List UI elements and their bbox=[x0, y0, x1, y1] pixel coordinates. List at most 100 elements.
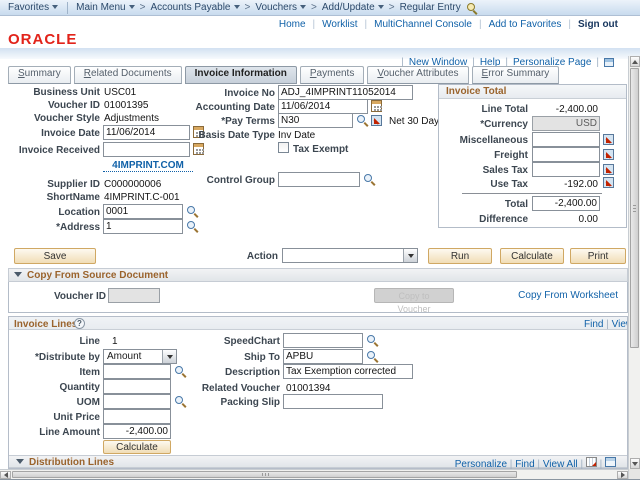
calculate-button[interactable]: Calculate bbox=[500, 248, 564, 264]
quantity-input[interactable] bbox=[103, 379, 171, 394]
scroll-down-button[interactable] bbox=[630, 458, 640, 469]
page-tabs: Summary Related Documents Invoice Inform… bbox=[8, 66, 559, 84]
horizontal-scrollbar[interactable] bbox=[0, 469, 628, 479]
ship-to-input[interactable] bbox=[283, 349, 363, 364]
unit-price-input[interactable] bbox=[103, 409, 171, 424]
line-calculate-button[interactable]: Calculate bbox=[103, 440, 171, 454]
breadcrumb-separator: > bbox=[245, 2, 251, 13]
lookup-icon[interactable] bbox=[363, 173, 375, 185]
control-group-input[interactable] bbox=[278, 172, 360, 187]
breadcrumb-add-update[interactable]: Add/Update bbox=[322, 2, 384, 13]
http-window-icon[interactable] bbox=[604, 58, 614, 67]
transfer-icon[interactable] bbox=[603, 149, 614, 160]
breadcrumb-accounts-payable[interactable]: Accounts Payable bbox=[150, 2, 239, 13]
related-voucher-value: 01001394 bbox=[286, 383, 331, 394]
invoice-total-title: Invoice Total bbox=[439, 85, 626, 99]
transfer-icon[interactable] bbox=[371, 115, 382, 126]
calendar-icon[interactable] bbox=[371, 100, 382, 112]
pay-terms-input[interactable] bbox=[278, 113, 353, 128]
line-label: Line bbox=[2, 336, 100, 347]
speedchart-input[interactable] bbox=[283, 333, 363, 348]
home-link[interactable]: Home bbox=[279, 19, 306, 30]
scroll-up-button[interactable] bbox=[630, 56, 640, 67]
copy-from-worksheet-link[interactable]: Copy From Worksheet bbox=[518, 290, 618, 301]
tab-error-summary[interactable]: Error Summary bbox=[472, 66, 560, 84]
horizontal-scrollbar-thumb[interactable] bbox=[12, 471, 517, 478]
transfer-icon[interactable] bbox=[603, 134, 614, 145]
view-all-link[interactable]: View All bbox=[612, 319, 627, 330]
collapse-triangle-icon[interactable] bbox=[14, 272, 22, 277]
lookup-icon[interactable] bbox=[366, 334, 378, 346]
breadcrumb-favorites[interactable]: Favorites bbox=[8, 2, 58, 13]
lookup-icon[interactable] bbox=[356, 114, 368, 126]
line-amount-input[interactable] bbox=[103, 424, 171, 439]
zoom-grid-icon[interactable] bbox=[605, 457, 616, 467]
add-to-favorites-link[interactable]: Add to Favorites bbox=[489, 19, 562, 30]
pay-terms-label: *Pay Terms bbox=[160, 116, 275, 127]
lookup-icon[interactable] bbox=[186, 220, 198, 232]
uom-input[interactable] bbox=[103, 394, 171, 409]
select-dropdown-arrow-icon[interactable] bbox=[403, 249, 417, 262]
tab-voucher-attributes[interactable]: Voucher Attributes bbox=[367, 66, 468, 84]
description-input[interactable] bbox=[283, 364, 413, 379]
voucher-id-label: Voucher ID bbox=[2, 100, 100, 111]
accounting-date-input[interactable] bbox=[278, 99, 368, 114]
tab-summary[interactable]: Summary bbox=[8, 66, 71, 84]
download-grid-icon[interactable] bbox=[586, 457, 597, 467]
breadcrumb-item-label: Regular Entry bbox=[400, 2, 461, 13]
sales-tax-input[interactable] bbox=[532, 162, 600, 177]
line-amount-label: Line Amount bbox=[2, 427, 100, 438]
calendar-icon[interactable] bbox=[193, 143, 204, 155]
print-button[interactable]: Print bbox=[570, 248, 626, 264]
help-icon[interactable] bbox=[74, 318, 85, 329]
tab-payments[interactable]: Payments bbox=[300, 66, 364, 84]
scroll-left-button[interactable] bbox=[0, 471, 11, 479]
save-button[interactable]: Save bbox=[14, 248, 96, 264]
link-separator: | bbox=[606, 319, 609, 330]
breadcrumb-item-label: Vouchers bbox=[255, 2, 297, 13]
sign-out-link[interactable]: Sign out bbox=[578, 19, 618, 30]
miscellaneous-input[interactable] bbox=[532, 132, 600, 147]
scroll-right-button[interactable] bbox=[617, 471, 628, 479]
short-name-label: ShortName bbox=[2, 192, 100, 203]
tax-exempt-checkbox[interactable] bbox=[278, 142, 289, 153]
run-button[interactable]: Run bbox=[428, 248, 492, 264]
multichannel-console-link[interactable]: MultiChannel Console bbox=[374, 19, 472, 30]
address-input[interactable] bbox=[103, 219, 183, 234]
currency-label: *Currency bbox=[446, 119, 528, 130]
breadcrumb-search-icon[interactable] bbox=[466, 2, 478, 14]
vertical-scrollbar-thumb[interactable] bbox=[630, 68, 639, 348]
vertical-scrollbar[interactable] bbox=[628, 56, 640, 469]
lookup-icon[interactable] bbox=[366, 350, 378, 362]
line-total-label: Line Total bbox=[446, 104, 528, 115]
supplier-website-link[interactable]: 4IMPRINT.COM bbox=[103, 160, 193, 172]
breadcrumb: Favorites Main Menu > Accounts Payable >… bbox=[0, 0, 640, 16]
tab-related-documents[interactable]: Related Documents bbox=[74, 66, 182, 84]
packing-slip-input[interactable] bbox=[283, 394, 383, 409]
tab-invoice-information[interactable]: Invoice Information bbox=[185, 66, 297, 84]
collapse-triangle-icon[interactable] bbox=[16, 459, 24, 464]
invoice-lines-title: Invoice Lines bbox=[14, 319, 77, 330]
freight-input[interactable] bbox=[532, 147, 600, 162]
related-voucher-label: Related Voucher bbox=[165, 383, 280, 394]
invoice-no-input[interactable] bbox=[278, 85, 413, 100]
invoice-total-divider bbox=[462, 193, 602, 194]
item-input[interactable] bbox=[103, 364, 171, 379]
transfer-icon[interactable] bbox=[603, 164, 614, 175]
total-label: Total bbox=[446, 199, 528, 210]
business-unit-value: USC01 bbox=[104, 87, 136, 98]
action-select[interactable] bbox=[282, 248, 418, 263]
breadcrumb-regular-entry[interactable]: Regular Entry bbox=[400, 2, 461, 13]
breadcrumb-main-menu[interactable]: Main Menu bbox=[76, 2, 134, 13]
lookup-icon[interactable] bbox=[186, 205, 198, 217]
invoice-received-input[interactable] bbox=[103, 142, 190, 157]
link-separator: | bbox=[479, 19, 482, 30]
location-input[interactable] bbox=[103, 204, 183, 219]
transfer-icon[interactable] bbox=[603, 177, 614, 188]
total-input[interactable] bbox=[532, 196, 600, 211]
breadcrumb-vouchers[interactable]: Vouchers bbox=[255, 2, 306, 13]
basis-date-type-value: Inv Date bbox=[278, 130, 315, 141]
find-link[interactable]: Find bbox=[584, 319, 603, 330]
worklist-link[interactable]: Worklist bbox=[322, 19, 357, 30]
breadcrumb-separator: > bbox=[389, 2, 395, 13]
